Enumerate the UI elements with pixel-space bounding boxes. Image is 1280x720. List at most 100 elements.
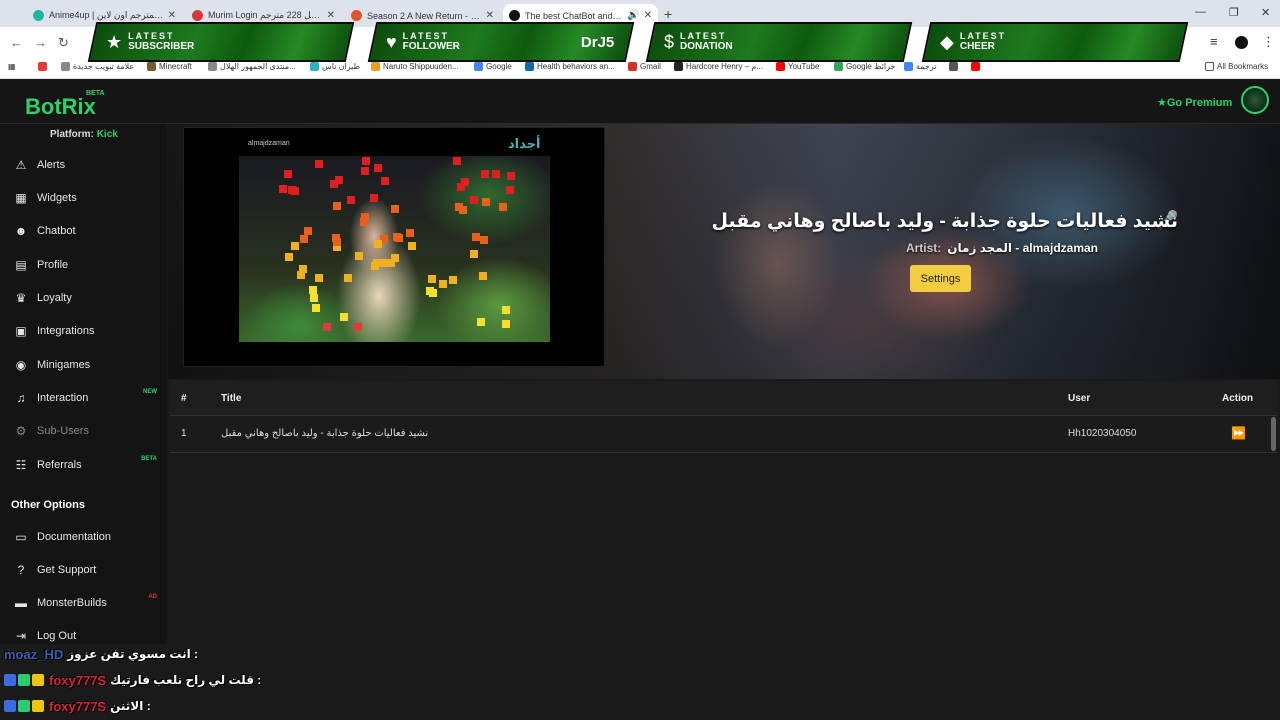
bookmark-item[interactable]: Minecraft	[147, 62, 192, 71]
crown-badge-icon	[32, 700, 44, 712]
bookmark-item[interactable]	[949, 62, 961, 71]
visualizer-square	[304, 226, 313, 235]
settings-button[interactable]: Settings	[910, 265, 971, 292]
gear-icon: ⚙	[15, 424, 27, 438]
visualizer-square	[407, 241, 416, 250]
sidebar-item-minigames[interactable]: ◉ Minigames	[0, 350, 167, 380]
forward-arrow-icon[interactable]: →	[34, 35, 47, 50]
visualizer-square	[333, 202, 342, 211]
speaker-icon[interactable]: 🔊	[627, 10, 639, 21]
sidebar: Platform: Kick ⚠ Alerts ▦ Widgets ☻ Chatbot…	[0, 124, 167, 644]
sidebar-item-sub-users[interactable]: ⚙ Sub-Users	[0, 416, 167, 446]
sidebar-item-widgets[interactable]: ▦ Widgets	[0, 183, 167, 213]
tab-title: Murim Login الفصل 228 مترجم	[208, 10, 323, 20]
sidebar-item-alerts[interactable]: ⚠ Alerts	[0, 150, 167, 180]
visualizer-square	[476, 318, 485, 327]
close-window-button[interactable]: ✕	[1261, 6, 1270, 19]
visualizer-square	[426, 286, 435, 295]
sidebar-item-monsterbuilds[interactable]: ▬ MonsterBuilds AD	[0, 588, 167, 618]
sidebar-item-label: Documentation	[37, 531, 111, 543]
bookmark-item[interactable]	[38, 62, 50, 71]
maximize-button[interactable]: ❐	[1229, 6, 1239, 19]
visualizer-square	[386, 258, 395, 267]
bookmark-item[interactable]	[971, 62, 983, 71]
scrollbar-thumb[interactable]	[1271, 417, 1276, 451]
visualizer-square	[314, 160, 323, 169]
visualizer-square	[353, 323, 362, 332]
bookmark-item[interactable]: طيران ناس	[310, 62, 360, 71]
bookmark-label: Hardcore Henry – م...	[686, 62, 763, 71]
bookmark-item[interactable]: Google	[474, 62, 512, 71]
reload-icon[interactable]: ↻	[58, 35, 69, 51]
sidebar-item-interaction[interactable]: ♫ Interaction NEW	[0, 383, 167, 413]
banner-top-label: LATEST	[680, 31, 727, 41]
sidebar-item-chatbot[interactable]: ☻ Chatbot	[0, 216, 167, 246]
visualizer-square	[361, 212, 370, 221]
user-avatar[interactable]	[1241, 86, 1269, 114]
chat-message: foxy777S الاثنن :	[4, 695, 151, 717]
sidebar-item-label: Profile	[37, 259, 69, 271]
laptop-icon: ▬	[15, 596, 27, 610]
video-frame	[239, 156, 550, 342]
bookmark-label: Google خرائط	[846, 62, 896, 71]
sidebar-item-label: Alerts	[37, 159, 66, 171]
skip-forward-icon[interactable]: ⏩	[1231, 426, 1246, 440]
sidebar-item-documentation[interactable]: ▭ Documentation	[0, 522, 167, 552]
sidebar-item-profile[interactable]: ▤ Profile	[0, 250, 167, 280]
visualizer-square	[481, 169, 490, 178]
visualizer-square	[506, 171, 515, 180]
close-tab-icon[interactable]: ✕	[327, 10, 335, 21]
id-card-icon: ▤	[15, 258, 27, 272]
visualizer-square	[374, 239, 383, 248]
menu-kebab-icon[interactable]: ⋮	[1262, 34, 1275, 50]
artist-label: Artist:	[905, 241, 942, 255]
bookmark-item[interactable]: Naruto Shippuuden...	[371, 62, 459, 71]
bookmark-item[interactable]: ترجمة	[904, 62, 937, 71]
visualizer-square	[498, 202, 507, 211]
media-control-icon[interactable]: ≡	[1210, 34, 1218, 49]
bookmark-label: Google	[486, 62, 512, 71]
bookmark-label: Gmail	[640, 62, 661, 71]
bookmark-item[interactable]: Hardcore Henry – م...	[674, 62, 763, 71]
bookmark-item[interactable]: YouTube	[776, 62, 819, 71]
visualizer-square	[333, 238, 342, 247]
new-tab-button[interactable]: +	[664, 6, 672, 22]
close-tab-icon[interactable]: ✕	[168, 10, 176, 21]
botrix-logo[interactable]: BotRix	[25, 94, 96, 120]
bookmark-label: ترجمة	[916, 62, 937, 71]
all-bookmarks-button[interactable]: All Bookmarks	[1205, 62, 1268, 71]
botrix-favicon-icon	[509, 10, 520, 21]
video-player[interactable]: almajdzaman أجداد	[183, 127, 605, 367]
bookmark-item[interactable]: علامة تبويب جديدة	[61, 62, 134, 71]
scroll-icon: ▭	[15, 530, 27, 544]
bookmark-item[interactable]: Google خرائط	[834, 62, 895, 71]
bookmark-item[interactable]: منتدى الجمهور الهلال...	[208, 62, 296, 71]
back-arrow-icon[interactable]: ←	[10, 35, 23, 50]
sidebar-item-get-support[interactable]: ? Get Support	[0, 555, 167, 585]
apps-grid-icon[interactable]: ▦	[8, 62, 16, 71]
chat-text: الاثنن :	[110, 699, 151, 713]
go-premium-label: Go Premium	[1166, 97, 1233, 109]
plus-badge-icon	[18, 674, 30, 686]
minimize-button[interactable]: —	[1195, 6, 1206, 18]
minecraft-icon	[147, 62, 156, 71]
close-tab-icon[interactable]: ✕	[486, 10, 494, 21]
bookmark-item[interactable]: Gmail	[628, 62, 661, 71]
go-premium-link[interactable]: ★Go Premium	[1157, 96, 1232, 109]
naruto-icon	[371, 62, 380, 71]
plus-badge-icon	[18, 700, 30, 712]
close-tab-icon[interactable]: ✕	[644, 10, 652, 21]
sidebar-item-integrations[interactable]: ▣ Integrations	[0, 316, 167, 346]
chat-text: انت مسوي تفن عزوز :	[67, 647, 199, 661]
folder-icon	[1205, 62, 1214, 71]
platform-value: Kick	[96, 129, 118, 140]
chat-username: moaz_HD	[4, 646, 64, 662]
visualizer-square	[279, 184, 288, 193]
heart-icon: ♥	[386, 31, 397, 52]
artist-row: Artist: المجد زمان - almajdzaman	[768, 241, 1098, 255]
sidebar-item-referrals[interactable]: ☷ Referrals BETA	[0, 450, 167, 480]
sidebar-item-loyalty[interactable]: ♛ Loyalty	[0, 283, 167, 313]
profile-avatar-icon[interactable]	[1235, 36, 1248, 49]
now-playing-hero: almajdzaman أجداد 🎤 نشيد فعاليات حلوة جذ…	[168, 124, 1280, 379]
bookmark-item[interactable]: Health behaviors an...	[525, 62, 615, 71]
